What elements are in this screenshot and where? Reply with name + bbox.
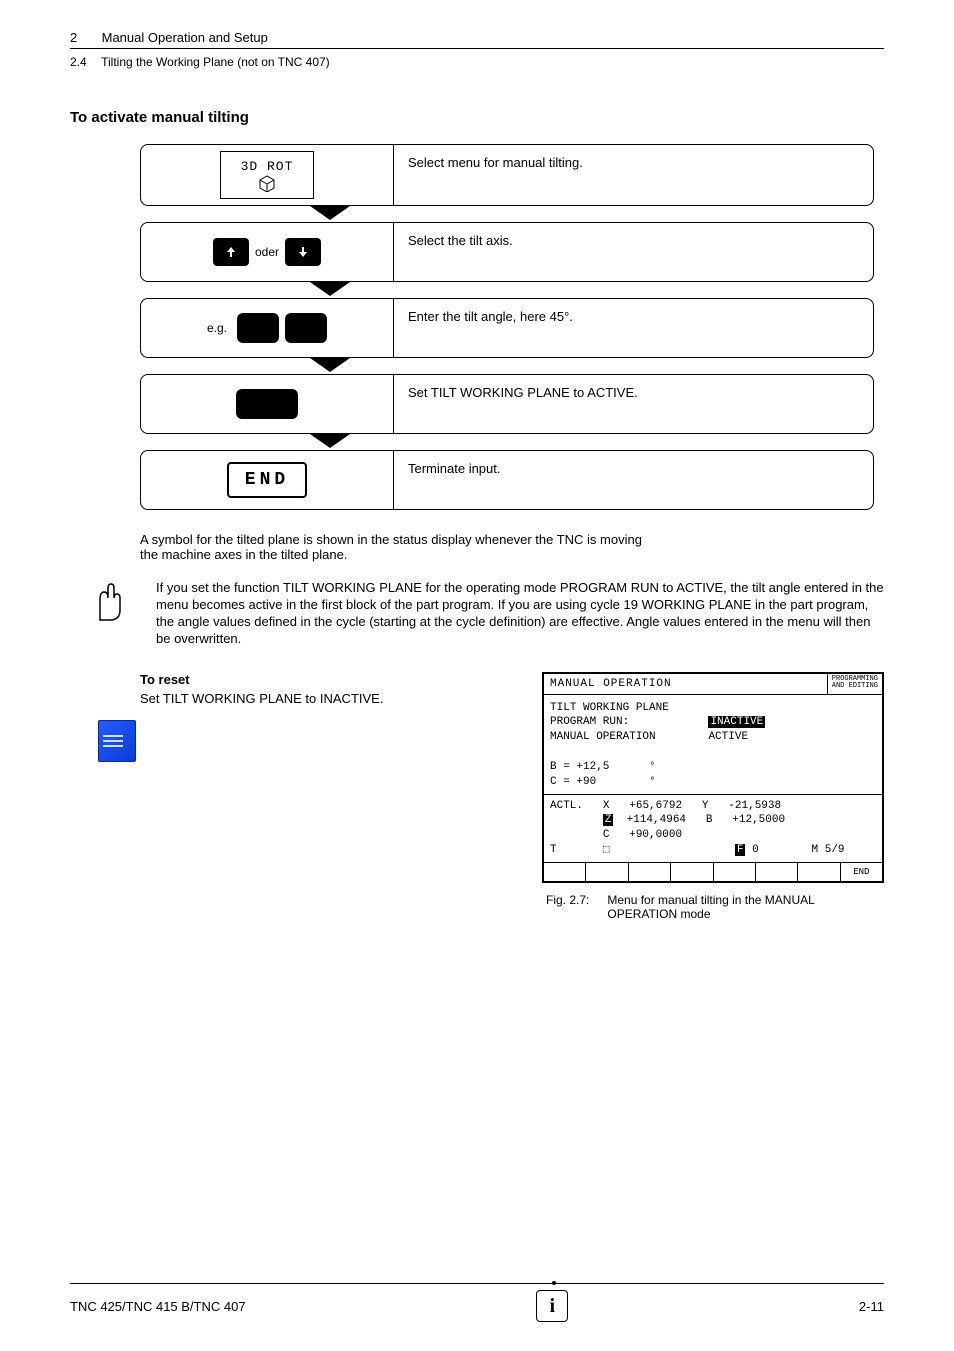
softkey-slot[interactable] <box>714 863 756 881</box>
note-icon-box <box>98 720 450 762</box>
axis-label: B <box>706 814 713 826</box>
axis-value: +90,0000 <box>629 829 682 841</box>
step-row: 3D ROT Select menu for manual tilting. <box>140 144 874 206</box>
step-key-cell: END <box>141 451 394 509</box>
body-note: A symbol for the tilted plane is shown i… <box>140 532 660 562</box>
digit-key-5[interactable] <box>285 313 327 343</box>
softkey-slot[interactable] <box>798 863 840 881</box>
screen-body: TILT WORKING PLANE PROGRAM RUN: INACTIVE… <box>544 695 882 794</box>
softkey-3d-rot[interactable]: 3D ROT <box>220 151 314 199</box>
axis-label: X <box>603 800 610 812</box>
arrow-down-icon <box>298 246 308 258</box>
softkey-slot[interactable] <box>586 863 628 881</box>
step-desc: Select menu for manual tilting. <box>394 145 873 205</box>
figure-caption: Fig. 2.7: Menu for manual tilting in the… <box>546 893 884 921</box>
m-value: 5/9 <box>825 844 845 856</box>
page-title: To activate manual tilting <box>70 109 884 126</box>
step-row: END Terminate input. <box>140 450 874 510</box>
step-desc: Select the tilt axis. <box>394 223 873 281</box>
screen-line: C = +90 ° <box>550 776 656 788</box>
screen-position: ACTL. X +65,6792 Y -21,5938 Z +114,4964 … <box>544 794 882 862</box>
step-desc: Set TILT WORKING PLANE to ACTIVE. <box>394 375 873 433</box>
axis-label: Y <box>702 800 709 812</box>
softkey-label: 3D ROT <box>241 159 294 174</box>
t-label: T <box>550 844 557 856</box>
axis-value: +65,6792 <box>629 800 682 812</box>
axis-value: +12,5000 <box>732 814 785 826</box>
screen-line: B = +12,5 ° <box>550 761 656 773</box>
document-icon <box>98 720 136 762</box>
axis-label: C <box>603 829 610 841</box>
important-note-text: If you set the function TILT WORKING PLA… <box>156 580 884 648</box>
footer-right: 2-11 <box>859 1299 884 1314</box>
section-header: 2.4 Tilting the Working Plane (not on TN… <box>70 55 884 69</box>
axis-label: Z <box>603 814 614 826</box>
softkey-slot[interactable] <box>544 863 586 881</box>
oder-label: oder <box>255 245 279 259</box>
chapter-header: 2 Manual Operation and Setup <box>70 30 884 45</box>
screen-side-line: AND EDITING <box>832 683 878 690</box>
page-footer: TNC 425/TNC 415 B/TNC 407 i 2-11 <box>70 1275 884 1322</box>
screen-line: PROGRAM RUN: <box>550 716 629 728</box>
screen-value: ACTIVE <box>708 731 748 743</box>
axis-value: -21,5938 <box>728 800 781 812</box>
f-label: F <box>735 844 746 856</box>
softkey-end[interactable]: END <box>841 863 882 881</box>
eg-label: e.g. <box>207 321 227 335</box>
ent-key[interactable] <box>236 389 298 419</box>
steps-list: 3D ROT Select menu for manual tilting. <box>140 144 874 510</box>
step-key-cell: 3D ROT <box>141 145 394 205</box>
step-desc: Terminate input. <box>394 451 873 509</box>
reset-text: Set TILT WORKING PLANE to INACTIVE. <box>140 691 450 706</box>
screen-value-highlight: INACTIVE <box>708 716 765 728</box>
step-row: Set TILT WORKING PLANE to ACTIVE. <box>140 374 874 434</box>
end-key[interactable]: END <box>227 462 307 498</box>
chapter-number: 2 <box>70 30 98 45</box>
m-label: M <box>812 844 819 856</box>
softkey-slot[interactable] <box>629 863 671 881</box>
screen-side-mode: PROGRAMMING AND EDITING <box>827 674 882 694</box>
reset-title: To reset <box>140 672 450 687</box>
arrow-up-icon <box>226 246 236 258</box>
f-value: 0 <box>752 844 759 856</box>
flow-arrow-icon <box>310 434 874 450</box>
screen-line: TILT WORKING PLANE <box>550 702 669 714</box>
hand-icon <box>90 580 134 648</box>
screen-title: MANUAL OPERATION <box>544 674 827 694</box>
screen-line: MANUAL OPERATION <box>550 731 656 743</box>
softkey-slot[interactable] <box>671 863 713 881</box>
softkey-slot[interactable] <box>756 863 798 881</box>
softkey-row: END <box>544 862 882 881</box>
arrow-down-key[interactable] <box>285 238 321 266</box>
step-key-cell: e.g. <box>141 299 394 357</box>
chapter-title: Manual Operation and Setup <box>102 30 268 45</box>
arrow-up-key[interactable] <box>213 238 249 266</box>
info-icon: i <box>536 1290 568 1322</box>
digit-key-4[interactable] <box>237 313 279 343</box>
section-number: 2.4 <box>70 55 98 69</box>
figure-number: Fig. 2.7: <box>546 893 589 921</box>
step-row: oder Select the tilt axis. <box>140 222 874 282</box>
end-key-label: END <box>245 470 289 490</box>
actl-label: ACTL. <box>550 800 583 812</box>
tnc-screen: MANUAL OPERATION PROGRAMMING AND EDITING… <box>542 672 884 883</box>
step-row: e.g. Enter the tilt angle, here 45°. <box>140 298 874 358</box>
section-subtitle: Tilting the Working Plane (not on TNC 40… <box>101 55 330 69</box>
figure-text: Menu for manual tilting in the MANUAL OP… <box>607 893 884 921</box>
divider <box>70 48 884 49</box>
flow-arrow-icon <box>310 206 874 222</box>
flow-arrow-icon <box>310 358 874 374</box>
step-key-cell: oder <box>141 223 394 281</box>
flow-arrow-icon <box>310 282 874 298</box>
axis-value: +114,4964 <box>627 814 686 826</box>
step-key-cell <box>141 375 394 433</box>
footer-left: TNC 425/TNC 415 B/TNC 407 <box>70 1299 246 1314</box>
step-desc: Enter the tilt angle, here 45°. <box>394 299 873 357</box>
cube-icon <box>256 174 278 192</box>
important-note: If you set the function TILT WORKING PLA… <box>90 580 884 648</box>
